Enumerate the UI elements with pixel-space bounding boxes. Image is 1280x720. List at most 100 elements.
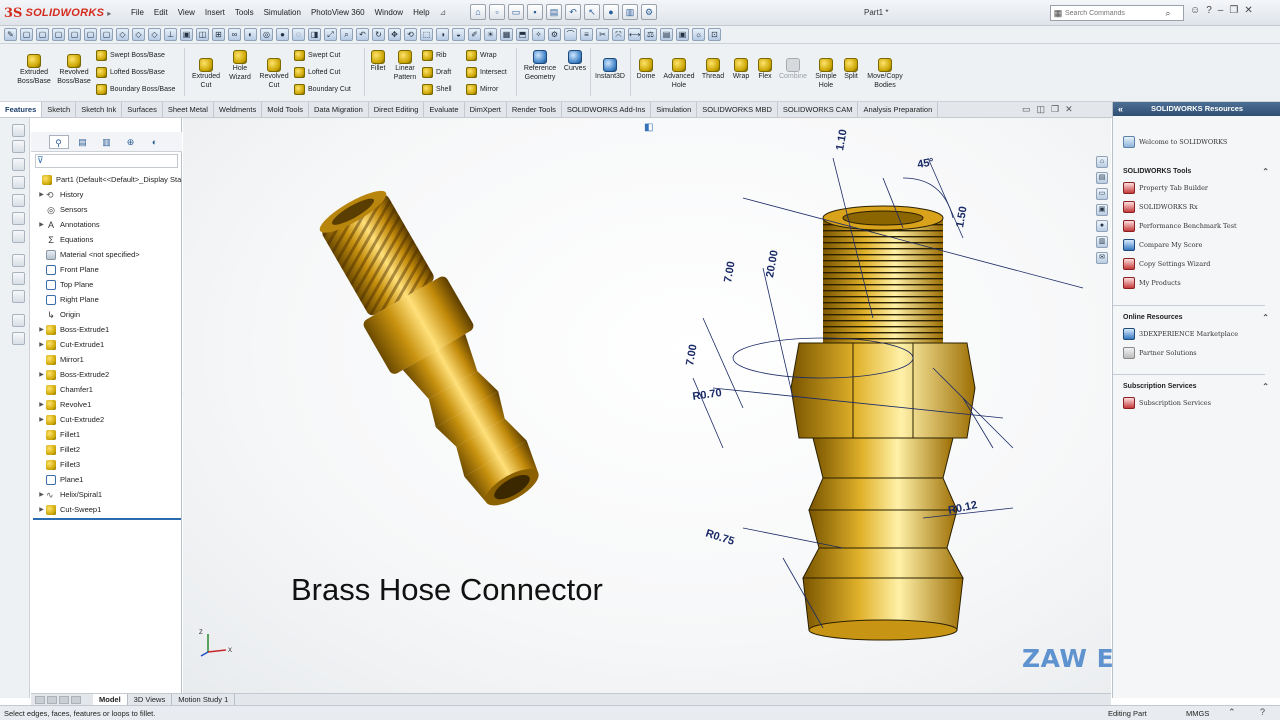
menu-file[interactable]: File	[126, 6, 149, 19]
view-front-icon[interactable]: ▢	[20, 28, 33, 41]
close-icon[interactable]: ✕	[1244, 5, 1252, 16]
zoom-fit-icon[interactable]: ⤢	[324, 28, 337, 41]
tree-item-front-plane[interactable]: Front Plane	[31, 262, 182, 277]
configuration-manager-tab-icon[interactable]: ▥	[97, 135, 117, 149]
search-mode-icon[interactable]: ▦	[1051, 6, 1065, 20]
expand-arrow-icon[interactable]: ▶	[37, 491, 46, 498]
dimension-label[interactable]: R0.75	[704, 527, 736, 547]
user-icon[interactable]: ☺	[1190, 5, 1200, 16]
save-icon[interactable]: ▪	[527, 4, 543, 20]
shell-button[interactable]: Shell	[422, 84, 452, 95]
tree-item-chamfer1[interactable]: Chamfer1	[31, 382, 182, 397]
collapse-section-icon[interactable]: ⌃	[1262, 381, 1269, 393]
tree-item-sensors[interactable]: ◎ Sensors	[31, 202, 182, 217]
extruded-cut-button[interactable]: Extruded Cut	[188, 58, 224, 90]
hide-lines-icon[interactable]: ▦	[500, 28, 513, 41]
tab-simulation[interactable]: Simulation	[651, 102, 698, 117]
select-pointer-icon[interactable]: ↖	[584, 4, 600, 20]
lofted-boss-button[interactable]: Lofted Boss/Base	[96, 67, 165, 78]
dimension-label[interactable]: R0.70	[692, 387, 723, 403]
tree-item-annotations[interactable]: ▶ A Annotations	[31, 217, 182, 232]
perspective-icon[interactable]: ⬚	[420, 28, 433, 41]
prev-tab-icon[interactable]	[47, 695, 57, 704]
tool-icon-8[interactable]	[12, 254, 25, 267]
tab-analysis-preparation[interactable]: Analysis Preparation	[858, 102, 939, 117]
traffic-light-icon[interactable]: ●	[603, 4, 619, 20]
scene-icon[interactable]: ◌	[292, 28, 305, 41]
tab-cam[interactable]: SOLIDWORKS CAM	[778, 102, 859, 117]
file-explorer-icon[interactable]: ▭	[1096, 188, 1108, 200]
custom-properties-icon[interactable]: ▥	[1096, 236, 1108, 248]
advanced-hole-button[interactable]: Advanced Hole	[660, 58, 698, 90]
tree-item-history[interactable]: ▶ ⟲ History	[31, 187, 182, 202]
print-icon[interactable]: ▤	[546, 4, 562, 20]
tile-icon[interactable]: ◫	[1037, 104, 1046, 115]
tree-item-boss-extrude1[interactable]: ▶ Boss-Extrude1	[31, 322, 182, 337]
single-view-icon[interactable]: ▣	[180, 28, 193, 41]
swept-boss-button[interactable]: Swept Boss/Base	[96, 50, 165, 61]
undo-icon[interactable]: ↶	[565, 4, 581, 20]
model-view-icon[interactable]: ▣	[676, 28, 689, 41]
view-iso-icon[interactable]: ◇	[116, 28, 129, 41]
tool-icon-2[interactable]	[12, 140, 25, 153]
zebra-icon[interactable]: ≡	[580, 28, 593, 41]
tab-addins[interactable]: SOLIDWORKS Add-Ins	[562, 102, 652, 117]
view-orientation-icon[interactable]: ⬒	[516, 28, 529, 41]
restore-icon[interactable]: ❐	[1229, 5, 1238, 16]
ambient-occlusion-icon[interactable]: ◒	[452, 28, 465, 41]
online-resources-header[interactable]: Online Resources ⌃	[1123, 312, 1275, 324]
collapse-section-icon[interactable]: ⌃	[1262, 312, 1269, 324]
expand-arrow-icon[interactable]: ▶	[37, 401, 46, 408]
tab-sheet-metal[interactable]: Sheet Metal	[163, 102, 214, 117]
tool-icon-6[interactable]	[12, 212, 25, 225]
tab-weldments[interactable]: Weldments	[214, 102, 263, 117]
expand-arrow-icon[interactable]: ▶	[37, 416, 46, 423]
file-properties-icon[interactable]: ▥	[622, 4, 638, 20]
instant3d-button[interactable]: Instant3D	[592, 58, 628, 82]
tab-model[interactable]: Model	[93, 694, 128, 705]
hide-show-icon[interactable]: ◎	[260, 28, 273, 41]
tree-item-cut-sweep1[interactable]: ▶ Cut-Sweep1	[31, 502, 182, 517]
tree-item-right-plane[interactable]: Right Plane	[31, 292, 182, 307]
tab-direct-editing[interactable]: Direct Editing	[369, 102, 425, 117]
tab-mbd[interactable]: SOLIDWORKS MBD	[697, 102, 778, 117]
pin-icon[interactable]: ⊿	[435, 6, 452, 19]
display-style-icon[interactable]: ◐	[244, 28, 257, 41]
online-item[interactable]: Partner Solutions	[1123, 343, 1275, 362]
view-settings-icon[interactable]: ⚙	[548, 28, 561, 41]
curves-button[interactable]: Curves	[562, 50, 588, 74]
view-dimetric-icon[interactable]: ◇	[148, 28, 161, 41]
appearances-icon[interactable]: ●	[1096, 220, 1108, 232]
close-icon[interactable]: ✕	[1065, 104, 1073, 115]
tools-item[interactable]: Performance Benchmark Test	[1123, 216, 1275, 235]
tree-item-plane1[interactable]: Plane1	[31, 472, 182, 487]
intersect-button[interactable]: Intersect	[466, 67, 507, 78]
tab-evaluate[interactable]: Evaluate	[424, 102, 465, 117]
lights-icon[interactable]: ✧	[532, 28, 545, 41]
tool-icon-1[interactable]	[12, 124, 25, 137]
link-views-icon[interactable]: ∞	[228, 28, 241, 41]
tree-filter-field[interactable]: ⊽	[35, 154, 178, 168]
dimension-label[interactable]: 7.00	[722, 260, 738, 283]
dome-button[interactable]: Dome	[632, 58, 660, 82]
extruded-boss-button[interactable]: Extruded Boss/Base	[14, 54, 54, 86]
help-icon[interactable]: ?	[1260, 707, 1265, 717]
mirror-button[interactable]: Mirror	[466, 84, 498, 95]
rendered-brass-connector[interactable]	[306, 179, 559, 521]
tree-item-material-not-specified[interactable]: Material <not specified>	[31, 247, 182, 262]
four-view-icon[interactable]: ⊞	[212, 28, 225, 41]
realview-icon[interactable]: ☀	[484, 28, 497, 41]
solidworks-forum-icon[interactable]: ✉	[1096, 252, 1108, 264]
tab-render-tools[interactable]: Render Tools	[507, 102, 562, 117]
shadows-icon[interactable]: ◑	[436, 28, 449, 41]
tree-item-fillet2[interactable]: Fillet2	[31, 442, 182, 457]
tool-icon-4[interactable]	[12, 176, 25, 189]
welcome-link[interactable]: Welcome to SOLIDWORKS	[1123, 132, 1275, 151]
first-tab-icon[interactable]	[35, 695, 45, 704]
dimxpert-manager-tab-icon[interactable]: ⊕	[121, 135, 141, 149]
tab-sketch-ink[interactable]: Sketch Ink	[76, 102, 123, 117]
rotate-icon[interactable]: ↻	[372, 28, 385, 41]
view-top-icon[interactable]: ▢	[84, 28, 97, 41]
menu-insert[interactable]: Insert	[200, 6, 230, 19]
expand-arrow-icon[interactable]: ▶	[37, 221, 46, 228]
